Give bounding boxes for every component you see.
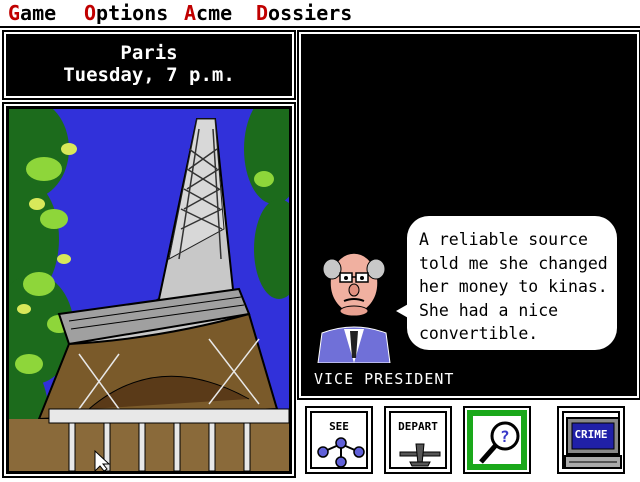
witness-title: VICE PRESIDENT: [314, 370, 455, 388]
menu-dossiers-label: ossiers: [268, 1, 353, 25]
magnifier-question-icon: ?: [479, 421, 520, 464]
airplane-icon: [399, 443, 441, 467]
witness-panel: A reliable source told me she changed he…: [301, 34, 637, 396]
svg-text:?: ?: [500, 427, 510, 446]
menu-bar: Game Options Acme Dossiers: [0, 0, 640, 28]
investigate-button[interactable]: ?: [463, 406, 531, 474]
see-connections-button[interactable]: SEE: [305, 406, 373, 474]
location-scene: [6, 106, 292, 474]
city-name: Paris: [120, 42, 178, 64]
see-connections-icon: [317, 437, 365, 468]
computer-crime-icon: [564, 417, 622, 469]
crime-button-label: CRIME: [574, 428, 608, 441]
current-time: Tuesday, 7 p.m.: [63, 64, 235, 86]
menu-options-hotkey: O: [84, 1, 97, 25]
eiffel-tower-picture: [9, 109, 289, 471]
witness-quote: A reliable source told me she changed he…: [407, 216, 617, 350]
menu-acme[interactable]: Acme: [184, 1, 232, 25]
depart-button[interactable]: DEPART: [384, 406, 452, 474]
menu-acme-label: cme: [196, 1, 233, 25]
menu-game-hotkey: G: [8, 1, 21, 25]
menu-game-label: ame: [20, 1, 57, 25]
vice-president-portrait: [317, 252, 391, 363]
menu-game[interactable]: Game: [8, 1, 56, 25]
menu-options-label: ptions: [96, 1, 169, 25]
menu-dossiers[interactable]: Dossiers: [256, 1, 352, 25]
menu-acme-hotkey: A: [184, 1, 197, 25]
menu-dossiers-hotkey: D: [256, 1, 269, 25]
crime-computer-button[interactable]: CRIME: [557, 406, 625, 474]
menu-options[interactable]: Options: [84, 1, 168, 25]
location-panel: Paris Tuesday, 7 p.m.: [6, 34, 292, 96]
